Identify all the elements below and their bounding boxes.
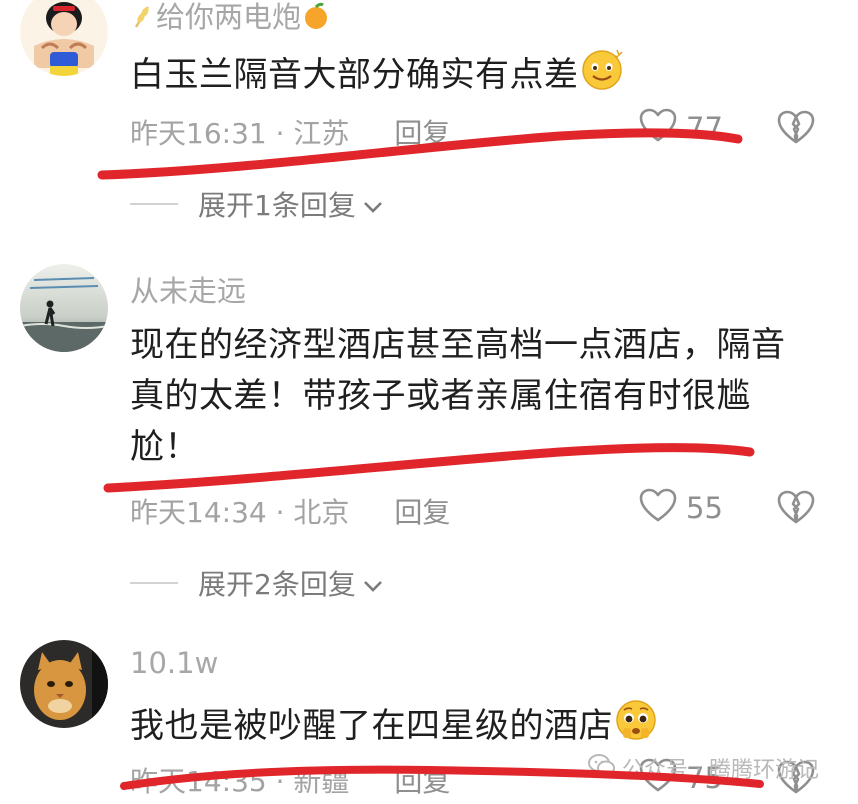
meta-separator: · bbox=[275, 765, 285, 798]
broken-heart-icon bbox=[777, 490, 815, 524]
divider-line bbox=[130, 582, 178, 584]
meta-separator: · bbox=[275, 496, 285, 529]
avatar-cartoon-icon bbox=[20, 0, 108, 76]
timestamp: 昨天14:34 bbox=[130, 496, 267, 529]
heart-outline-icon bbox=[638, 107, 678, 150]
broken-heart-icon bbox=[777, 110, 815, 144]
avatar[interactable] bbox=[20, 264, 108, 352]
like-button[interactable]: 55 bbox=[638, 488, 723, 528]
wechat-icon bbox=[588, 753, 616, 783]
expand-replies-button[interactable]: 展开1条回复 bbox=[130, 184, 384, 224]
username[interactable]: 给你两电炮 bbox=[130, 0, 331, 38]
avatar[interactable] bbox=[20, 640, 108, 728]
reply-button[interactable]: 回复 bbox=[394, 117, 450, 150]
username[interactable]: 10.1w bbox=[130, 646, 218, 680]
dislike-button[interactable] bbox=[776, 108, 816, 148]
avatar[interactable] bbox=[20, 0, 108, 76]
timestamp: 昨天14:35 bbox=[130, 765, 267, 798]
chevron-down-icon bbox=[362, 567, 384, 600]
expand-replies-button[interactable]: 展开2条回复 bbox=[130, 563, 384, 603]
comment-meta: 昨天14:35 · 新疆 回复 bbox=[130, 760, 450, 800]
reply-button[interactable]: 回复 bbox=[394, 496, 450, 529]
username[interactable]: 从未走远 bbox=[130, 268, 246, 310]
comment-text: 现在的经济型酒店甚至高档一点酒店，隔音真的太差！带孩子或者亲属住宿有时很尴尬！ bbox=[130, 325, 786, 467]
divider-line bbox=[130, 203, 178, 205]
watermark-text: 公众号 · 腾腾环游记 bbox=[622, 758, 819, 783]
comment-text: 白玉兰隔音大部分确实有点差 bbox=[130, 46, 810, 107]
comment-text: 我也是被吵醒了在四星级的酒店 bbox=[130, 697, 810, 758]
like-count: 77 bbox=[686, 111, 723, 145]
heart-outline-icon bbox=[638, 487, 678, 530]
like-count: 55 bbox=[686, 491, 723, 525]
comment-meta: 昨天14:34 · 北京 回复 bbox=[130, 491, 450, 531]
smiling-emoji-icon bbox=[579, 46, 625, 107]
avatar-cat-icon bbox=[20, 640, 108, 728]
orange-icon bbox=[301, 1, 331, 38]
wheat-icon bbox=[130, 2, 156, 36]
location: 北京 bbox=[293, 496, 350, 529]
chevron-down-icon bbox=[362, 188, 384, 221]
pleading-emoji-icon bbox=[613, 697, 659, 758]
dislike-button[interactable] bbox=[776, 488, 816, 528]
like-button[interactable]: 77 bbox=[638, 108, 723, 148]
location: 新疆 bbox=[293, 765, 350, 798]
reply-button[interactable]: 回复 bbox=[394, 765, 450, 798]
meta-separator: · bbox=[275, 117, 285, 150]
timestamp: 昨天16:31 bbox=[130, 117, 267, 150]
watermark: 公众号 · 腾腾环游记 bbox=[588, 752, 819, 784]
avatar-beach-icon bbox=[20, 264, 108, 352]
location: 江苏 bbox=[293, 117, 350, 150]
comment-meta: 昨天16:31 · 江苏 回复 bbox=[130, 112, 450, 152]
